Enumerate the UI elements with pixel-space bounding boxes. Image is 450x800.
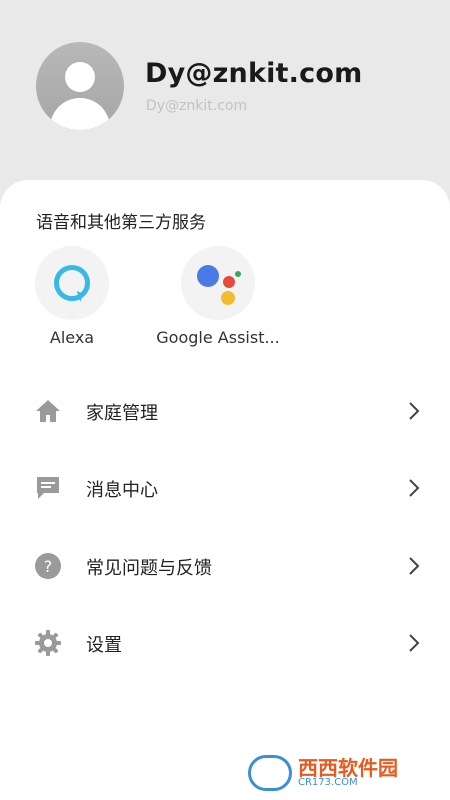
services-title: 语音和其他第三方服务 <box>36 213 206 233</box>
avatar[interactable] <box>36 42 124 130</box>
menu-item-message-center[interactable]: 消息中心 <box>0 458 450 518</box>
user-email: Dy@znkit.com <box>146 98 248 114</box>
message-icon <box>37 477 59 499</box>
watermark-logo-icon <box>248 755 292 791</box>
service-label: Google Assist... <box>156 328 280 347</box>
service-label: Alexa <box>49 328 95 347</box>
home-icon <box>36 400 60 422</box>
chevron-right-icon <box>409 634 420 652</box>
menu-item-label: 常见问题与反馈 <box>86 558 212 579</box>
google-assistant-icon <box>181 246 255 320</box>
menu-item-label: 设置 <box>86 635 122 656</box>
watermark: 西西软件园 CR173.COM <box>248 752 430 794</box>
gear-icon <box>35 630 61 656</box>
svg-text:?: ? <box>44 557 53 576</box>
service-google-assistant[interactable]: Google Assist... <box>148 246 288 347</box>
profile-header: Dy@znkit.com Dy@znkit.com <box>0 0 450 200</box>
chevron-right-icon <box>409 479 420 497</box>
avatar-body <box>50 98 110 130</box>
menu-item-settings[interactable]: 设置 <box>0 613 450 673</box>
alexa-icon <box>35 246 109 320</box>
user-name: Dy@znkit.com <box>145 58 363 89</box>
chevron-right-icon <box>409 402 420 420</box>
watermark-text: 西西软件园 <box>298 756 398 780</box>
menu-item-faq-feedback[interactable]: ? 常见问题与反馈 <box>0 536 450 596</box>
service-alexa[interactable]: Alexa <box>2 246 142 347</box>
main-card: 语音和其他第三方服务 Alexa Google Assist... 家庭管理 消… <box>0 180 450 800</box>
menu-item-label: 家庭管理 <box>86 403 158 424</box>
menu-item-home-management[interactable]: 家庭管理 <box>0 381 450 441</box>
menu-item-label: 消息中心 <box>86 480 158 501</box>
help-icon: ? <box>35 553 61 579</box>
chevron-right-icon <box>409 557 420 575</box>
avatar-head <box>65 62 95 92</box>
